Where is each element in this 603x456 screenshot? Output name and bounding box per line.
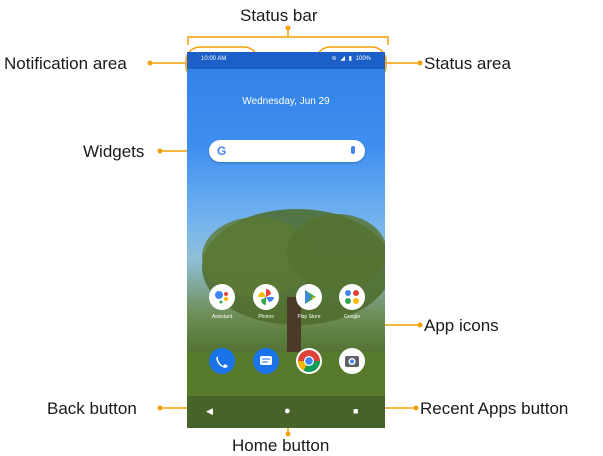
label-status-bar: Status bar [240,6,318,25]
chrome-icon[interactable] [296,348,322,374]
navigation-bar: ◀ ● ■ [187,396,385,428]
camera-icon[interactable] [339,348,365,374]
app-label-assistant: Assistant [211,314,233,320]
back-button[interactable]: ◀ [206,406,213,417]
status-icons: ≋ ◢ ▮ 100% [330,55,371,62]
status-bar: 10:00 AM ≋ ◢ ▮ 100% [187,52,385,69]
label-recent-apps-button: Recent Apps button [420,399,569,418]
label-back-button: Back button [47,399,137,418]
play-store-icon[interactable] [296,284,322,310]
app-label-photos: Photos [258,314,274,320]
app-label-google: Google [343,314,361,320]
battery-icon: ▮ [348,56,352,62]
label-notification-area: Notification area [4,54,127,73]
signal-icon: ◢ [340,56,345,62]
app-label-play-store: Play Store [297,314,321,320]
label-status-area: Status area [424,54,511,73]
date-widget[interactable]: Wednesday, Jun 29 [187,96,385,107]
wifi-icon: ≋ [331,56,337,62]
phone-screen: 10:00 AM ≋ ◢ ▮ 100% Wednesday, Jun 29 G … [187,52,385,428]
google-folder-icon[interactable] [339,284,365,310]
recent-apps-button[interactable]: ■ [353,406,358,416]
battery-percent: 100% [355,56,371,62]
status-time: 10:00 AM [201,56,227,62]
google-search-widget[interactable]: G [209,140,365,162]
home-button[interactable]: ● [284,405,291,417]
label-home-button: Home button [232,436,330,455]
label-app-icons: App icons [424,316,499,335]
photos-icon[interactable] [253,284,279,310]
assistant-icon[interactable] [209,284,235,310]
phone-icon[interactable] [209,348,235,374]
messages-icon[interactable] [253,348,279,374]
label-widgets: Widgets [83,142,145,161]
google-logo-icon: G [217,144,227,158]
mic-icon[interactable] [351,146,355,154]
